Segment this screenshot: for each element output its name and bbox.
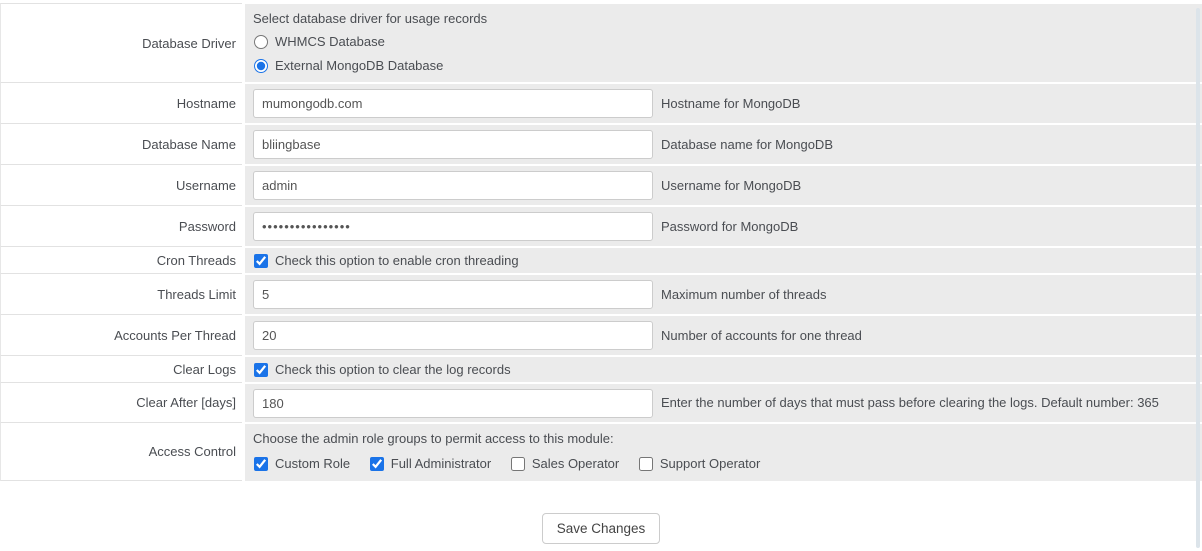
accounts-per-thread-input[interactable] xyxy=(253,321,653,350)
field-area-hostname: Hostname for MongoDB xyxy=(245,84,1202,123)
database-name-input[interactable] xyxy=(253,130,653,159)
threads-limit-input[interactable] xyxy=(253,280,653,309)
full-administrator-checkbox[interactable] xyxy=(369,457,384,471)
module-config-table: Database Driver Select database driver f… xyxy=(0,3,1202,481)
field-label-database-name: Database Name xyxy=(0,123,242,164)
form-row-clear-after-days: Clear After [days] Enter the number of d… xyxy=(0,382,1202,422)
custom-role-checkbox-label: Custom Role xyxy=(275,456,351,471)
clear-after-days-input[interactable] xyxy=(253,389,653,418)
form-row-accounts-per-thread: Accounts Per Thread Number of accounts f… xyxy=(0,314,1202,355)
form-row-threads-limit: Threads Limit Maximum number of threads xyxy=(0,273,1202,314)
form-row-database-name: Database Name Database name for MongoDB xyxy=(0,123,1202,164)
cron-threads-checkbox[interactable] xyxy=(254,253,268,268)
field-area-threads-limit: Maximum number of threads xyxy=(245,275,1202,314)
field-area-database-name: Database name for MongoDB xyxy=(245,125,1202,164)
hostname-input[interactable] xyxy=(253,89,653,118)
database-driver-description: Select database driver for usage records xyxy=(253,11,488,26)
field-area-password: Password for MongoDB xyxy=(245,207,1202,246)
accounts-per-thread-hint: Number of accounts for one thread xyxy=(661,328,862,343)
field-area-username: Username for MongoDB xyxy=(245,166,1202,205)
field-area-clear-after-days: Enter the number of days that must pass … xyxy=(245,384,1202,422)
field-area-cron-threads: Check this option to enable cron threadi… xyxy=(245,248,1202,273)
vertical-scrollbar[interactable] xyxy=(1196,8,1200,548)
access-control-description: Choose the admin role groups to permit a… xyxy=(253,431,614,446)
form-row-cron-threads: Cron Threads Check this option to enable… xyxy=(0,246,1202,273)
field-label-database-driver: Database Driver xyxy=(0,3,242,82)
save-row: Save Changes xyxy=(0,513,1202,544)
field-label-accounts-per-thread: Accounts Per Thread xyxy=(0,314,242,355)
field-label-username: Username xyxy=(0,164,242,205)
save-changes-button[interactable]: Save Changes xyxy=(541,513,661,544)
sales-operator-checkbox[interactable] xyxy=(510,457,525,471)
module-settings-page: Database Driver Select database driver f… xyxy=(0,0,1202,551)
threads-limit-hint: Maximum number of threads xyxy=(661,287,827,302)
support-operator-checkbox-label: Support Operator xyxy=(659,456,761,471)
field-label-password: Password xyxy=(0,205,242,246)
field-area-access-control: Choose the admin role groups to permit a… xyxy=(245,424,1202,481)
external-mongodb-radio[interactable] xyxy=(254,59,268,73)
form-row-hostname: Hostname Hostname for MongoDB xyxy=(0,82,1202,123)
support-operator-checkbox[interactable] xyxy=(638,457,653,471)
field-label-clear-logs: Clear Logs xyxy=(0,355,242,382)
clear-logs-checkbox-label: Check this option to clear the log recor… xyxy=(275,362,511,377)
form-row-username: Username Username for MongoDB xyxy=(0,164,1202,205)
field-area-clear-logs: Check this option to clear the log recor… xyxy=(245,357,1202,382)
field-area-database-driver: Select database driver for usage records… xyxy=(245,4,1202,82)
database-name-hint: Database name for MongoDB xyxy=(661,137,833,152)
whmcs-database-radio[interactable] xyxy=(254,35,268,49)
sales-operator-checkbox-label: Sales Operator xyxy=(531,456,620,471)
username-input[interactable] xyxy=(253,171,653,200)
password-input[interactable] xyxy=(253,212,653,241)
field-label-clear-after-days: Clear After [days] xyxy=(0,382,242,422)
field-label-hostname: Hostname xyxy=(0,82,242,123)
field-label-access-control: Access Control xyxy=(0,422,242,481)
external-mongodb-radio-label: External MongoDB Database xyxy=(275,58,444,73)
field-label-cron-threads: Cron Threads xyxy=(0,246,242,273)
field-label-threads-limit: Threads Limit xyxy=(0,273,242,314)
username-hint: Username for MongoDB xyxy=(661,178,802,193)
form-row-clear-logs: Clear Logs Check this option to clear th… xyxy=(0,355,1202,382)
full-administrator-checkbox-label: Full Administrator xyxy=(390,456,492,471)
cron-threads-checkbox-label: Check this option to enable cron threadi… xyxy=(275,253,519,268)
clear-after-days-hint: Enter the number of days that must pass … xyxy=(661,394,1159,410)
whmcs-database-radio-label: WHMCS Database xyxy=(275,34,385,49)
form-row-database-driver: Database Driver Select database driver f… xyxy=(0,3,1202,82)
form-row-access-control: Access Control Choose the admin role gro… xyxy=(0,422,1202,481)
clear-logs-checkbox[interactable] xyxy=(254,362,268,377)
password-hint: Password for MongoDB xyxy=(661,219,799,234)
hostname-hint: Hostname for MongoDB xyxy=(661,96,801,111)
field-area-accounts-per-thread: Number of accounts for one thread xyxy=(245,316,1202,355)
form-row-password: Password Password for MongoDB xyxy=(0,205,1202,246)
custom-role-checkbox[interactable] xyxy=(254,457,268,471)
